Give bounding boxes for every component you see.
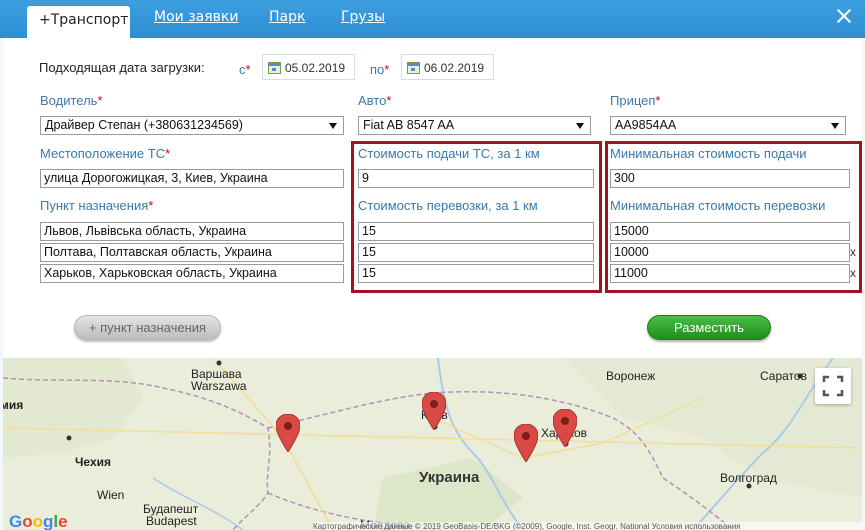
date-from-label: с* <box>239 62 251 77</box>
chevron-down-icon <box>576 123 584 129</box>
map-background <box>3 358 862 530</box>
map-country-czech: Чехия <box>75 455 111 469</box>
driver-label: Водитель* <box>40 93 103 108</box>
map[interactable]: Варшава Warszawa Воронеж Саратов Киев Ха… <box>3 358 862 530</box>
highlight-box <box>605 141 862 293</box>
date-from-field[interactable]: 05.02.2019 <box>262 54 355 80</box>
location-input[interactable]: улица Дорогожицкая, 3, Киев, Украина <box>40 169 344 188</box>
calendar-icon[interactable] <box>407 62 420 74</box>
map-marker-icon[interactable] <box>422 392 446 430</box>
location-label: Местоположение ТС* <box>40 146 171 161</box>
destination-label: Пункт назначения* <box>40 198 154 213</box>
date-to-field[interactable]: 06.02.2019 <box>401 54 494 80</box>
trailer-label: Прицеп* <box>610 93 661 108</box>
google-logo: Google <box>9 512 68 530</box>
destination-input[interactable]: Харьков, Харьковская область, Украина <box>40 264 344 283</box>
car-label: Авто* <box>358 93 392 108</box>
destination-input[interactable]: Полтава, Полтавская область, Украина <box>40 243 344 262</box>
calendar-icon[interactable] <box>268 62 281 74</box>
tab-bar: +Транспорт Мои заявки Парк Грузы <box>0 0 865 38</box>
tab-cargo[interactable]: Грузы <box>341 9 385 25</box>
transport-form: Подходящая дата загрузки: с* 05.02.2019 … <box>3 38 862 358</box>
trailer-select[interactable]: AA9854AA <box>610 116 846 135</box>
driver-select[interactable]: Драйвер Степан (+380631234569) <box>40 116 344 135</box>
date-to-value: 06.02.2019 <box>424 61 485 75</box>
map-city-budapest: Budapest <box>146 514 197 528</box>
tab-my-requests[interactable]: Мои заявки <box>154 9 238 25</box>
map-marker-icon[interactable] <box>553 409 577 447</box>
destination-input[interactable]: Львов, Львівська область, Украина <box>40 222 344 241</box>
place-button[interactable]: Разместить <box>647 315 771 340</box>
map-city-warszawa: Warszawa <box>191 379 247 393</box>
date-to-label: по* <box>370 62 390 77</box>
map-marker-icon[interactable] <box>514 424 538 462</box>
tab-park[interactable]: Парк <box>269 9 305 25</box>
highlight-box <box>351 141 602 293</box>
map-city-vienna: Wien <box>97 488 125 502</box>
chevron-down-icon <box>831 123 839 129</box>
map-city-saratov: Саратов <box>760 369 807 383</box>
fullscreen-icon <box>822 375 844 397</box>
add-destination-button[interactable]: + пункт назначения <box>74 315 221 340</box>
map-city-voronezh: Воронеж <box>606 369 656 383</box>
tab-transport[interactable]: +Транспорт <box>27 6 130 38</box>
date-from-value: 05.02.2019 <box>285 61 346 75</box>
car-select[interactable]: Fiat AB 8547 AA <box>358 116 591 135</box>
map-city-volgograd: Волгоград <box>720 471 777 485</box>
map-attribution[interactable]: Картографические данные © 2019 GeoBasis-… <box>313 522 862 530</box>
map-country-germany: мия <box>3 398 24 412</box>
fullscreen-button[interactable] <box>815 368 851 404</box>
chevron-down-icon <box>329 123 337 129</box>
close-icon[interactable] <box>835 7 853 25</box>
date-label: Подходящая дата загрузки: <box>39 60 205 75</box>
map-country-ukraine: Украина <box>419 469 480 486</box>
map-marker-icon[interactable] <box>276 414 300 452</box>
